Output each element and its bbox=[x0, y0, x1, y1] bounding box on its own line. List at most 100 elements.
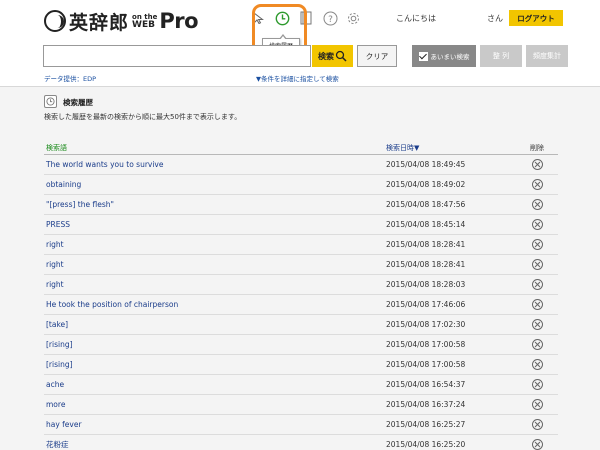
delete-icon[interactable] bbox=[531, 159, 543, 170]
table-row: "[press] the flesh" 2015/04/08 18:47:56 bbox=[44, 195, 558, 215]
history-date: 2015/04/08 16:54:37 bbox=[386, 380, 466, 389]
search-button-label: 検索 bbox=[318, 51, 334, 61]
panel-description: 検索した履歴を最新の検索から順に最大50件まで表示します。 bbox=[44, 113, 242, 121]
panel-title: 検索履歴 bbox=[63, 98, 93, 107]
logo[interactable]: 英辞郎 on the WEB Pro bbox=[44, 8, 199, 34]
checkbox-checked-icon bbox=[418, 51, 428, 61]
delete-icon[interactable] bbox=[531, 219, 543, 230]
delete-cell bbox=[516, 179, 558, 190]
delete-icon[interactable] bbox=[531, 419, 543, 430]
history-date: 2015/04/08 18:28:03 bbox=[386, 280, 466, 289]
delete-cell bbox=[516, 159, 558, 170]
history-term-link[interactable]: He took the position of chairperson bbox=[44, 300, 386, 309]
sort-button[interactable]: 整 列 bbox=[480, 45, 522, 67]
delete-icon[interactable] bbox=[531, 299, 543, 310]
history-term-link[interactable]: right bbox=[44, 260, 386, 269]
delete-icon[interactable] bbox=[531, 319, 543, 330]
app-header: 英辞郎 on the WEB Pro ? 検索履歴 こんにちは さん ログアウト… bbox=[0, 0, 600, 92]
delete-cell bbox=[516, 339, 558, 350]
history-date: 2015/04/08 17:00:58 bbox=[386, 340, 466, 349]
history-date: 2015/04/08 18:49:45 bbox=[386, 160, 466, 169]
history-term-link[interactable]: "[press] the flesh" bbox=[44, 200, 386, 209]
history-term-link[interactable]: ache bbox=[44, 380, 386, 389]
gear-icon[interactable] bbox=[345, 10, 361, 26]
logo-sub: on the WEB bbox=[132, 13, 157, 30]
table-row: right 2015/04/08 18:28:41 bbox=[44, 255, 558, 275]
history-date: 2015/04/08 18:49:02 bbox=[386, 180, 466, 189]
history-term-link[interactable]: more bbox=[44, 400, 386, 409]
search-icon bbox=[335, 50, 347, 62]
history-date: 2015/04/08 16:25:27 bbox=[386, 420, 466, 429]
table-row: obtaining 2015/04/08 18:49:02 bbox=[44, 175, 558, 195]
advanced-search-link[interactable]: ▼条件を詳細に指定して検索 bbox=[256, 73, 339, 83]
history-icon bbox=[44, 95, 57, 108]
history-term-link[interactable]: hay fever bbox=[44, 420, 386, 429]
delete-cell bbox=[516, 219, 558, 230]
history-date: 2015/04/08 16:37:24 bbox=[386, 400, 466, 409]
history-term-link[interactable]: right bbox=[44, 240, 386, 249]
frequency-count-button[interactable]: 頻度集計 bbox=[526, 45, 568, 67]
delete-icon[interactable] bbox=[531, 439, 543, 450]
logout-button[interactable]: ログアウト bbox=[509, 10, 563, 26]
history-term-link[interactable]: [take] bbox=[44, 320, 386, 329]
delete-icon[interactable] bbox=[531, 239, 543, 250]
delete-icon[interactable] bbox=[531, 339, 543, 350]
table-row: ache 2015/04/08 16:54:37 bbox=[44, 375, 558, 395]
history-term-link[interactable]: [rising] bbox=[44, 340, 386, 349]
logo-text: 英辞郎 bbox=[69, 11, 130, 34]
delete-cell bbox=[516, 379, 558, 390]
table-header: 検索語 検索日時▼ 削除 bbox=[44, 141, 558, 155]
delete-cell bbox=[516, 439, 558, 450]
history-term-link[interactable]: PRESS bbox=[44, 220, 386, 229]
history-date: 2015/04/08 17:00:58 bbox=[386, 360, 466, 369]
delete-cell bbox=[516, 279, 558, 290]
data-source-link[interactable]: データ提供：EDP bbox=[44, 73, 96, 83]
delete-cell bbox=[516, 199, 558, 210]
history-date: 2015/04/08 17:46:06 bbox=[386, 300, 466, 309]
table-row: The world wants you to survive 2015/04/08… bbox=[44, 155, 558, 175]
clear-button[interactable]: クリア bbox=[357, 45, 397, 67]
column-header-term[interactable]: 検索語 bbox=[44, 143, 386, 153]
logo-pro: Pro bbox=[159, 9, 199, 33]
delete-cell bbox=[516, 419, 558, 430]
table-row: more 2015/04/08 16:37:24 bbox=[44, 395, 558, 415]
history-term-link[interactable]: right bbox=[44, 280, 386, 289]
column-header-delete: 削除 bbox=[530, 143, 544, 152]
history-term-link[interactable]: [rising] bbox=[44, 360, 386, 369]
search-input[interactable] bbox=[43, 45, 311, 67]
table-row: [rising] 2015/04/08 17:00:58 bbox=[44, 335, 558, 355]
history-table: 検索語 検索日時▼ 削除 The world wants you to surv… bbox=[44, 141, 558, 450]
help-icon[interactable]: ? bbox=[322, 10, 338, 26]
fuzzy-search-toggle[interactable]: あいまい検索 bbox=[412, 45, 476, 67]
delete-icon[interactable] bbox=[531, 359, 543, 370]
delete-icon[interactable] bbox=[531, 259, 543, 270]
delete-cell bbox=[516, 299, 558, 310]
delete-icon[interactable] bbox=[531, 279, 543, 290]
delete-icon[interactable] bbox=[531, 179, 543, 190]
history-term-link[interactable]: obtaining bbox=[44, 180, 386, 189]
greeting-text: こんにちは bbox=[396, 14, 436, 23]
fuzzy-search-label: あいまい検索 bbox=[430, 53, 470, 61]
delete-icon[interactable] bbox=[531, 379, 543, 390]
history-date: 2015/04/08 18:28:41 bbox=[386, 260, 466, 269]
delete-icon[interactable] bbox=[531, 199, 543, 210]
history-term-link[interactable]: The world wants you to survive bbox=[44, 160, 386, 169]
search-button[interactable]: 検索 bbox=[312, 45, 353, 67]
history-date: 2015/04/08 18:47:56 bbox=[386, 200, 466, 209]
table-row: 花粉症 2015/04/08 16:25:20 bbox=[44, 435, 558, 450]
column-header-date[interactable]: 検索日時▼ bbox=[386, 143, 516, 153]
history-term-link[interactable]: 花粉症 bbox=[44, 439, 386, 450]
table-row: right 2015/04/08 18:28:03 bbox=[44, 275, 558, 295]
delete-cell bbox=[516, 319, 558, 330]
history-panel: 検索履歴 検索した履歴を最新の検索から順に最大50件まで表示します。 検索語 検… bbox=[0, 86, 600, 450]
history-date: 2015/04/08 17:02:30 bbox=[386, 320, 466, 329]
delete-cell bbox=[516, 239, 558, 250]
delete-icon[interactable] bbox=[531, 399, 543, 410]
history-date: 2015/04/08 18:28:41 bbox=[386, 240, 466, 249]
history-date: 2015/04/08 16:25:20 bbox=[386, 440, 466, 449]
delete-cell bbox=[516, 399, 558, 410]
history-date: 2015/04/08 18:45:14 bbox=[386, 220, 466, 229]
svg-text:?: ? bbox=[328, 15, 333, 25]
logo-web: WEB bbox=[132, 20, 155, 30]
delete-cell bbox=[516, 359, 558, 370]
